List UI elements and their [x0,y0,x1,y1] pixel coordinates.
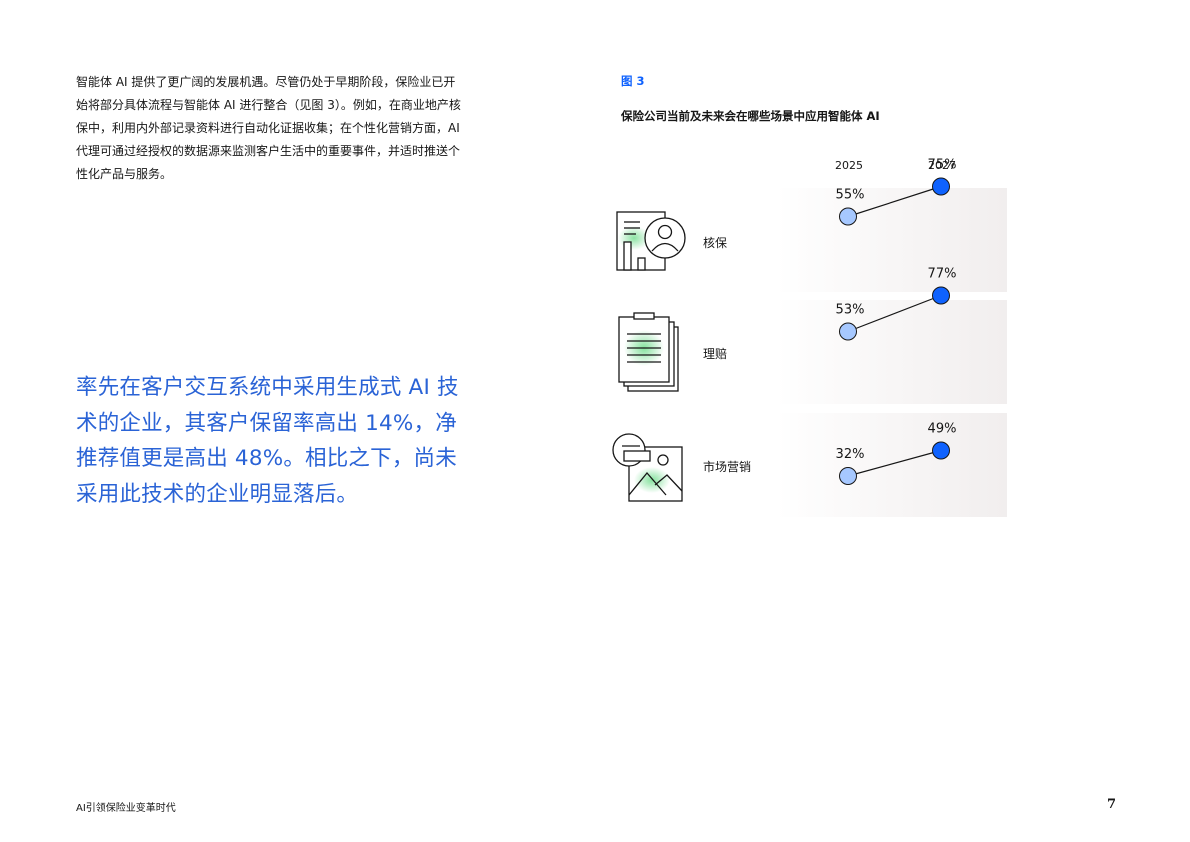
year-label-2025: 2025 [835,159,863,172]
image-card-icon [612,433,683,502]
row-label-underwriting: 核保 [703,236,728,250]
year-label-2027: 2027 [928,159,956,172]
pull-quote: 率先在客户交互系统中采用生成式 AI 技术的企业，其客户保留率高出 14%，净推… [76,375,459,507]
intro-paragraph: 智能体 AI 提供了更广阔的发展机遇。尽管仍处于早期阶段，保险业已开始将部分具体… [76,75,461,181]
document-person-icon [616,211,686,271]
page-number: 7 [1106,797,1116,812]
row-label-claims: 理赔 [703,347,728,361]
figure-label: 图 3 [621,74,645,88]
footer-doc-title: AI引领保险业变革时代 [76,803,176,814]
clipboard-icon [618,312,679,392]
row-label-marketing: 市场营销 [703,460,752,474]
figure-title: 保险公司当前及未来会在哪些场景中应用智能体 AI [621,109,880,123]
